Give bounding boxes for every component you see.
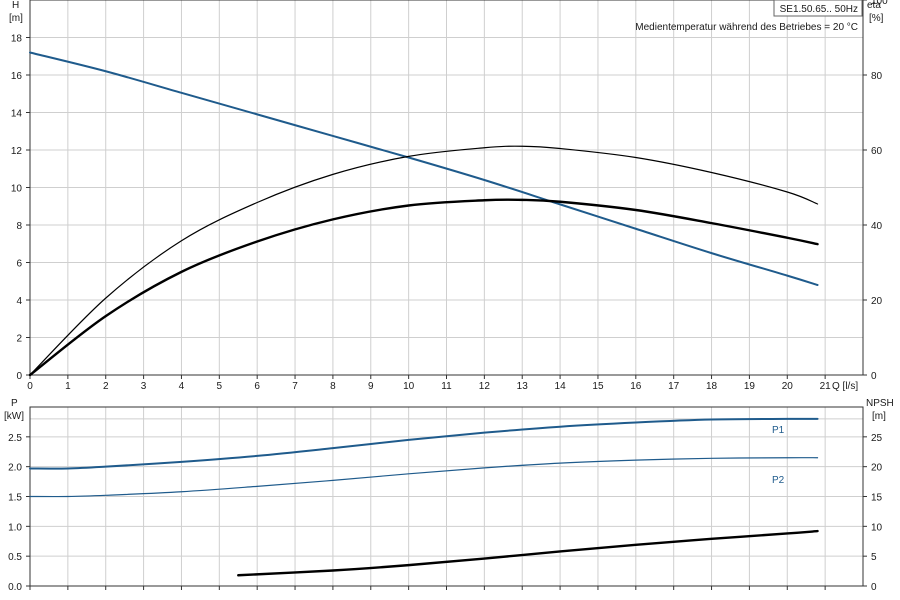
curve-eta — [29, 145, 819, 376]
left-tick-label: 1.5 — [8, 493, 22, 504]
model-name: SE1.50.65.. 50Hz — [780, 4, 858, 15]
x-tick-label: 12 — [479, 381, 491, 392]
left-tick-label: 16 — [11, 71, 23, 82]
x-tick-label: 6 — [254, 381, 260, 392]
power-axis-label: P — [11, 398, 18, 409]
head-grid — [30, 0, 863, 375]
left-tick-label: 4 — [16, 296, 22, 307]
right-tick-label: 20 — [871, 463, 883, 474]
head-axis-label: H — [12, 0, 19, 11]
power-axis-ticks: 0.0 0.5 1.0 1.5 2.0 2.5 — [8, 433, 30, 593]
x-tick-label: 10 — [403, 381, 415, 392]
right-tick-label: 25 — [871, 433, 883, 444]
eta-axis-label: eta — [867, 0, 881, 11]
left-tick-label: 0.0 — [8, 582, 22, 593]
right-tick-label: 0 — [871, 582, 877, 593]
pump-performance-chart: 0 1 2 3 4 5 6 7 8 9 10 11 12 13 14 15 16 17 18 19 20 21 02468… — [4, 0, 894, 593]
left-tick-label: 10 — [11, 184, 23, 195]
x-tick-label: 21 — [820, 381, 832, 392]
eta-axis-unit: [%] — [869, 13, 884, 24]
left-tick-label: 2.0 — [8, 463, 22, 474]
x-tick-label: 0 — [27, 381, 33, 392]
right-tick-label: 10 — [871, 522, 883, 533]
right-tick-label: 40 — [871, 221, 883, 232]
p1-curve-label: P1 — [772, 425, 785, 436]
curve-npsh — [237, 529, 819, 577]
x-tick-label: 18 — [706, 381, 718, 392]
eta-axis-ticks: 020406080100 — [863, 0, 888, 382]
left-tick-label: 2 — [16, 334, 22, 345]
power-npsh-curves — [29, 417, 819, 577]
p2-curve-label: P2 — [772, 475, 785, 486]
x-tick-label: 17 — [668, 381, 680, 392]
head-axis-unit: [m] — [9, 13, 23, 24]
x-tick-label: 7 — [292, 381, 298, 392]
left-tick-label: 0.5 — [8, 552, 22, 563]
head-axis-ticks: 0 2 4 6 8 10 12 14 16 18 — [11, 34, 30, 382]
x-tick-label: 14 — [555, 381, 567, 392]
x-tick-label: 9 — [368, 381, 374, 392]
left-tick-label: 6 — [16, 259, 22, 270]
x-tick-label: 2 — [103, 381, 109, 392]
head-efficiency-panel: 0 1 2 3 4 5 6 7 8 9 10 11 12 13 14 15 16 17 18 19 20 21 02468… — [9, 0, 888, 392]
head-efficiency-curves — [28, 51, 819, 377]
right-tick-label: 15 — [871, 493, 883, 504]
x-tick-label: 13 — [517, 381, 529, 392]
x-tick-label: 11 — [441, 381, 452, 392]
x-tick-label: 19 — [744, 381, 756, 392]
right-tick-label: 0 — [871, 371, 877, 382]
npsh-axis-unit: [m] — [872, 411, 886, 422]
temperature-note: Medientemperatur während des Betriebes =… — [635, 22, 858, 33]
curve-h — [29, 51, 819, 286]
flow-axis-label: Q [l/s] — [832, 381, 858, 392]
x-tick-label: 8 — [330, 381, 336, 392]
curve-p1 — [29, 417, 819, 470]
x-tick-label: 4 — [179, 381, 185, 392]
x-tick-label: 15 — [592, 381, 604, 392]
curve-eta-motor — [28, 198, 819, 377]
right-tick-label: 20 — [871, 296, 883, 307]
left-tick-label: 1.0 — [8, 522, 22, 533]
left-tick-label: 8 — [16, 221, 22, 232]
npsh-axis-ticks: 0 5 10 15 20 25 — [863, 433, 883, 593]
x-tick-label: 5 — [217, 381, 223, 392]
npsh-axis-label: NPSH — [866, 398, 894, 409]
flow-axis-ticks: 0 1 2 3 4 5 6 7 8 9 10 11 12 13 14 15 16 17 18 19 20 21 — [27, 375, 831, 392]
left-tick-label: 12 — [11, 146, 23, 157]
x-tick-label: 3 — [141, 381, 147, 392]
left-tick-label: 18 — [11, 34, 23, 45]
power-grid — [30, 407, 863, 586]
right-tick-label: 80 — [871, 71, 883, 82]
x-tick-label: 1 — [65, 381, 71, 392]
x-tick-label: 16 — [630, 381, 642, 392]
power-npsh-panel: 0.0 0.5 1.0 1.5 2.0 2.5 0 5 10 15 20 25 P [kW] NPS… — [4, 398, 894, 593]
power-flow-ticks — [29, 586, 826, 590]
x-tick-label: 20 — [782, 381, 794, 392]
left-tick-label: 14 — [11, 109, 23, 120]
left-tick-label: 0 — [16, 371, 22, 382]
right-tick-label: 60 — [871, 146, 883, 157]
right-tick-label: 5 — [871, 552, 877, 563]
power-axis-unit: [kW] — [4, 411, 24, 422]
left-tick-label: 2.5 — [8, 433, 22, 444]
